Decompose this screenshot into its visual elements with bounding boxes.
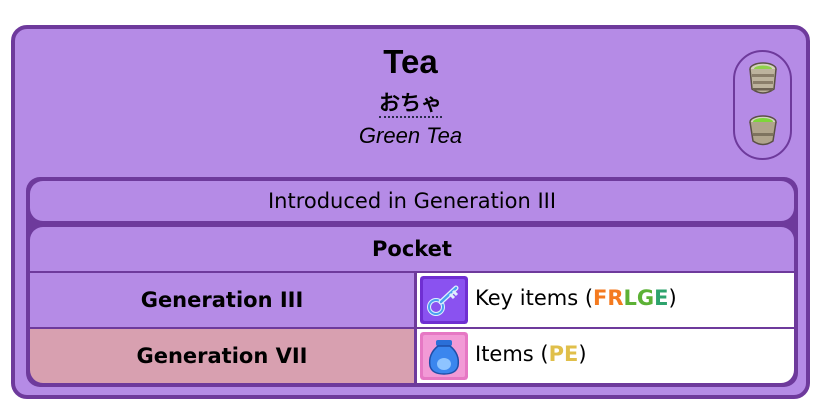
pocket-row-gen3: Generation III Key items (FRLGE) bbox=[30, 273, 794, 327]
generation-label[interactable]: Generation III bbox=[30, 273, 414, 327]
items-pocket-icon[interactable] bbox=[420, 332, 468, 380]
pocket-header[interactable]: Pocket bbox=[30, 227, 794, 271]
game-pe[interactable]: PE bbox=[549, 342, 579, 366]
pocket-cell: Key items (FRLGE) bbox=[417, 273, 794, 327]
key-items-pocket-icon[interactable] bbox=[420, 276, 468, 324]
game-lg[interactable]: LG bbox=[624, 286, 655, 310]
tea-cup-sprite-icon bbox=[749, 115, 777, 146]
game-fr[interactable]: FR bbox=[593, 286, 624, 310]
japanese-name-text: おちゃ bbox=[379, 91, 442, 118]
tea-sprite-icon bbox=[749, 62, 777, 94]
japanese-name[interactable]: おちゃ bbox=[15, 91, 806, 118]
introduced-in-text: Introduced in Generation III bbox=[267, 189, 557, 213]
pocket-label[interactable]: Key items bbox=[475, 286, 578, 310]
pocket-label[interactable]: Items bbox=[475, 342, 534, 366]
item-name: Tea bbox=[383, 43, 438, 80]
sprite-panel bbox=[733, 50, 792, 160]
romaji-name: Green Tea bbox=[358, 123, 463, 148]
generation-label[interactable]: Generation VII bbox=[30, 329, 414, 383]
pocket-table: Pocket Generation III Key items (FRLGE) bbox=[30, 227, 794, 383]
pocket-cell: Items (PE) bbox=[417, 329, 794, 383]
introduced-in[interactable]: Introduced in Generation III bbox=[30, 181, 794, 221]
pocket-name: Key items (FRLGE) bbox=[475, 286, 677, 310]
pocket-panel: Introduced in Generation III Pocket Gene… bbox=[26, 177, 798, 387]
title-block: Tea おちゃ Green Tea bbox=[15, 43, 806, 149]
game-e[interactable]: E bbox=[654, 286, 668, 310]
pocket-row-gen7: Generation VII Items (PE) bbox=[30, 329, 794, 383]
item-infobox: Tea おちゃ Green Tea Introduced in Generati… bbox=[11, 25, 810, 399]
pocket-name: Items (PE) bbox=[475, 342, 587, 366]
